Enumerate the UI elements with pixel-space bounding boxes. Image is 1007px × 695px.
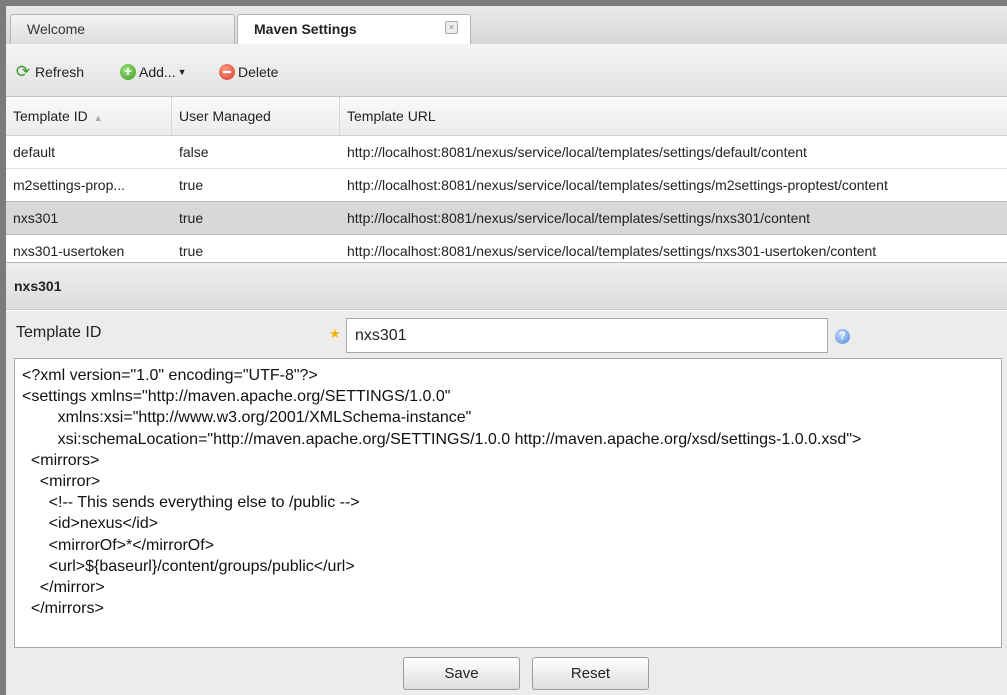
add-icon — [120, 64, 136, 80]
column-label: Template URL — [347, 108, 436, 124]
column-label: User Managed — [179, 108, 271, 124]
refresh-label: Refresh — [35, 64, 85, 80]
table-row[interactable]: nxs301-usertoken true http://localhost:8… — [6, 235, 1007, 262]
template-id-field[interactable] — [346, 318, 828, 353]
column-header-template-id[interactable]: Template ID ▲ — [6, 97, 172, 135]
chevron-down-icon: ▼ — [177, 67, 187, 77]
settings-content-editor[interactable]: <?xml version="1.0" encoding="UTF-8"?> <… — [14, 358, 1002, 648]
delete-label: Delete — [238, 64, 279, 80]
cell-template-url: http://localhost:8081/nexus/service/loca… — [347, 210, 811, 226]
cell-template-url: http://localhost:8081/nexus/service/loca… — [347, 243, 877, 259]
cell-user-managed: true — [179, 177, 204, 193]
help-icon[interactable]: ? — [835, 329, 850, 344]
cell-template-url: http://localhost:8081/nexus/service/loca… — [347, 144, 807, 160]
tab-maven-settings[interactable]: Maven Settings × — [237, 14, 471, 45]
cell-template-id: nxs301-usertoken — [13, 243, 125, 259]
cell-user-managed: true — [179, 243, 204, 259]
cell-template-id: m2settings-prop... — [13, 177, 126, 193]
detail-panel-title: nxs301 — [6, 263, 1007, 310]
delete-icon — [219, 64, 235, 80]
reset-button[interactable]: Reset — [532, 657, 649, 690]
toolbar: ⟳ Refresh Add... ▼ Delete — [6, 44, 1007, 97]
tab-welcome[interactable]: Welcome — [10, 14, 235, 44]
sort-asc-icon: ▲ — [93, 113, 103, 123]
add-label: Add... — [139, 64, 176, 80]
refresh-button[interactable]: ⟳ Refresh — [14, 62, 84, 82]
save-button[interactable]: Save — [403, 657, 520, 690]
tab-strip: Welcome Maven Settings × — [6, 6, 1007, 45]
templates-grid: Template ID ▲ User Managed Template URL d… — [6, 97, 1007, 263]
cell-template-id: nxs301 — [13, 210, 59, 226]
cell-template-url: http://localhost:8081/nexus/service/loca… — [347, 177, 888, 193]
required-star-icon: ★ — [329, 326, 341, 341]
tab-label: Welcome — [27, 21, 86, 37]
cell-user-managed: true — [179, 210, 204, 226]
table-row-selected[interactable]: nxs301 true http://localhost:8081/nexus/… — [6, 201, 1007, 235]
column-header-template-url[interactable]: Template URL — [340, 97, 1007, 135]
grid-header: Template ID ▲ User Managed Template URL — [6, 97, 1007, 136]
add-button[interactable]: Add... ▼ — [120, 62, 187, 82]
tab-label: Maven Settings — [254, 21, 357, 37]
delete-button[interactable]: Delete — [219, 62, 278, 82]
table-row[interactable]: default false http://localhost:8081/nexu… — [6, 136, 1007, 169]
close-icon[interactable]: × — [445, 21, 458, 34]
column-header-user-managed[interactable]: User Managed — [172, 97, 340, 135]
table-row[interactable]: m2settings-prop... true http://localhost… — [6, 169, 1007, 202]
column-label: Template ID — [13, 108, 88, 124]
cell-user-managed: false — [179, 144, 209, 160]
refresh-icon: ⟳ — [15, 62, 31, 81]
template-id-label: Template ID — [16, 324, 102, 341]
cell-template-id: default — [13, 144, 56, 160]
